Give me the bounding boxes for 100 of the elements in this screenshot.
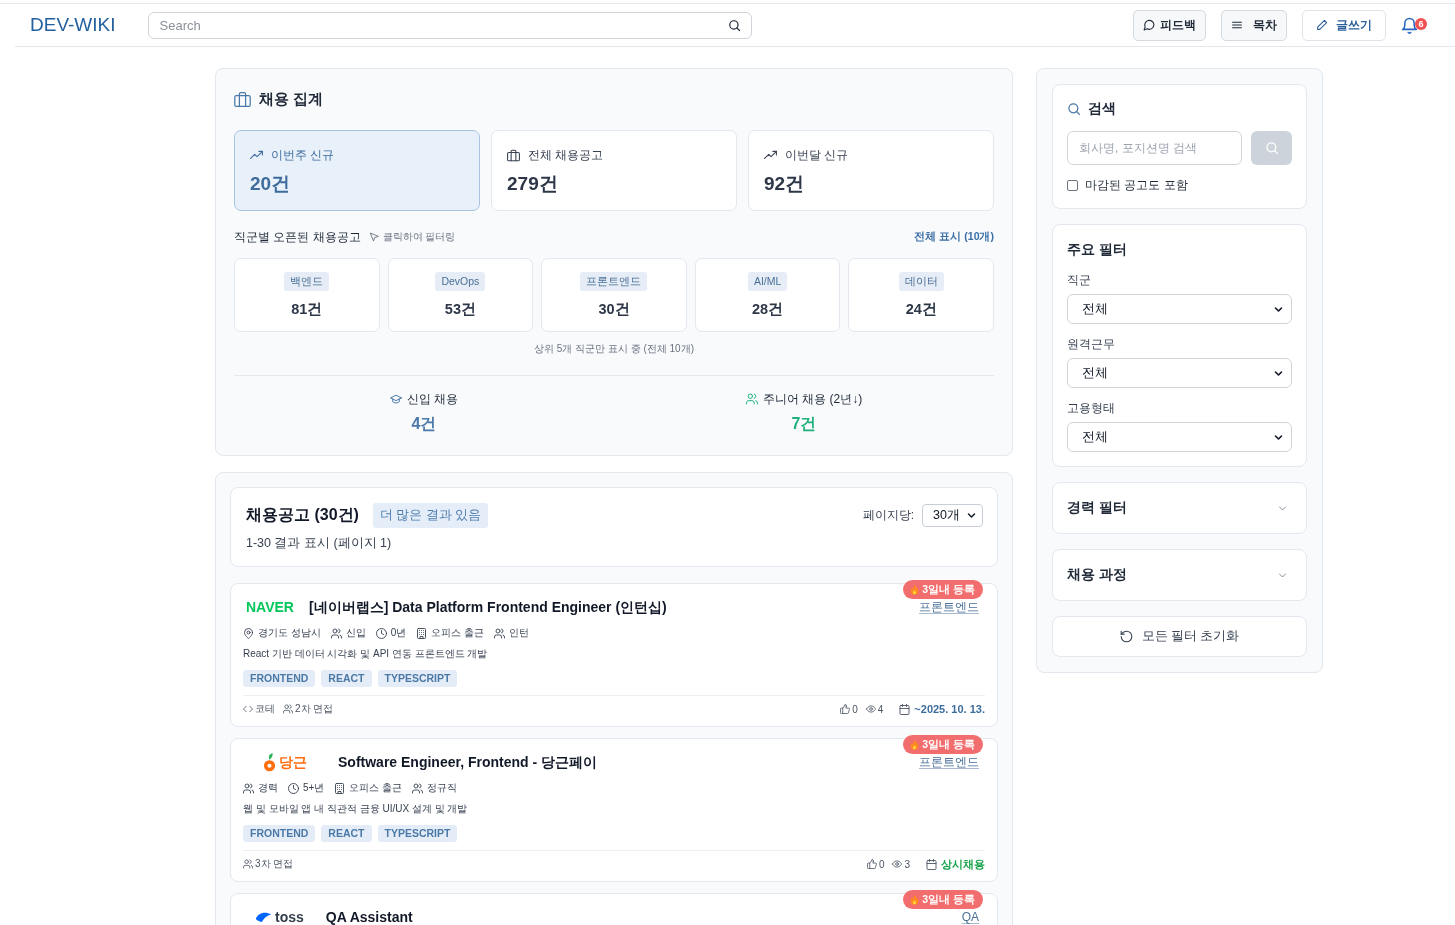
- hiring-step: 3차 면접: [255, 857, 294, 871]
- calendar-icon: [926, 858, 937, 870]
- stat-card[interactable]: 전체 채용공고 279건: [491, 130, 737, 211]
- fire-icon: [910, 739, 920, 750]
- hiring-step: 코테: [255, 702, 275, 716]
- job-description: React 기반 데이터 시각화 및 API 연동 프론트엔드 개발: [243, 647, 488, 661]
- highlight-value: 7건: [791, 414, 817, 434]
- write-button[interactable]: 글쓰기: [1302, 9, 1386, 41]
- site-logo[interactable]: DEV-WIKI: [30, 14, 116, 36]
- search-icon: [1067, 102, 1081, 116]
- checkbox[interactable]: [1067, 179, 1078, 191]
- category-count: 53건: [444, 300, 476, 319]
- calendar-icon: [899, 703, 911, 715]
- filter-select[interactable]: 전체: [1067, 422, 1292, 452]
- code-icon: [243, 704, 253, 714]
- company-name: toss: [275, 909, 304, 925]
- job-meta-text: 경기도 성남시: [258, 626, 321, 640]
- search-field[interactable]: Search: [147, 11, 752, 39]
- filter-section[interactable]: 채용 과정: [1052, 549, 1307, 601]
- job-title[interactable]: [네이버랩스] Data Platform Frontend Engineer (인턴십): [308, 599, 667, 615]
- users-icon: [494, 627, 506, 639]
- stat-card[interactable]: 이번주 신규 20건: [234, 130, 480, 211]
- users-icon: [243, 859, 253, 869]
- per-page-select[interactable]: 30개: [922, 504, 983, 527]
- building-icon: [334, 782, 346, 794]
- eye-icon: [865, 704, 876, 714]
- stat-value: 92건: [764, 172, 805, 196]
- reset-icon: [1119, 630, 1133, 643]
- category-note: 상위 5개 직군만 표시 중 (전체 10개): [534, 342, 694, 356]
- category-count: 81건: [291, 300, 323, 319]
- skill-tag: FRONTEND: [243, 825, 316, 842]
- job-card[interactable]: 3일내 등록 NAVER [네이버랩스] Data Platform Frontend Engineer (인턴십) 프론트엔드 경기도 성남시 신입 0년 오피스 출근 인턴 React 기반 데이터 시각화 및 API 연동 프론트엔드 개발 FRONTEND REACT TYPESCRIPT 코테 2차 면접 0 4 ~2025. 10. 13.: [230, 583, 998, 727]
- trend-up-icon: [250, 148, 263, 162]
- job-meta-text: 오피스 출근: [431, 626, 485, 640]
- graduation-cap-icon: [389, 393, 402, 405]
- category-card[interactable]: DevOps 53건: [387, 258, 534, 332]
- filter-label: 고용형태: [1067, 400, 1115, 416]
- highlight-label: 신입 채용: [406, 390, 459, 408]
- like-count: 0: [878, 858, 885, 870]
- skill-tag: REACT: [321, 670, 372, 687]
- section-title: 경력 필터: [1067, 499, 1127, 517]
- notification-count: 6: [1415, 18, 1427, 30]
- job-meta-text: 0년: [390, 626, 407, 640]
- category-tag: DevOps: [435, 272, 486, 291]
- card-title: 주요 필터: [1067, 241, 1127, 259]
- stat-label: 전체 채용공고: [528, 146, 604, 164]
- thumbs-up-icon: [866, 859, 877, 869]
- category-heading: 직군별 오픈된 채용공고: [234, 228, 361, 246]
- briefcase-icon: [507, 148, 520, 162]
- category-tag: AI/ML: [747, 272, 788, 291]
- highlight-value: 4건: [411, 414, 437, 434]
- feedback-button[interactable]: 피드백: [1133, 9, 1206, 41]
- category-card[interactable]: 프론트엔드 30건: [541, 258, 687, 332]
- category-card[interactable]: 백엔드 81건: [234, 258, 380, 332]
- category-count: 24건: [905, 300, 937, 319]
- keyword-field[interactable]: 회사명, 포지션명 검색: [1067, 131, 1242, 165]
- category-link[interactable]: QA: [961, 910, 979, 924]
- category-link[interactable]: 프론트엔드: [919, 600, 979, 614]
- filter-label: 직군: [1067, 272, 1091, 288]
- building-icon: [416, 627, 428, 639]
- filter-select[interactable]: 전체: [1067, 294, 1292, 324]
- section-title: 채용 집계: [259, 89, 324, 109]
- reset-filters-button[interactable]: 모든 필터 초기화: [1052, 616, 1307, 657]
- results-title: 채용공고 (30건): [246, 505, 359, 525]
- chevron-down-icon: [966, 510, 977, 521]
- job-card[interactable]: 3일내 등록 당근 Software Engineer, Frontend - 당근페이 프론트엔드 경력 5+년 오피스 출근 정규직 웹 및 모바일 앱 내 직관적 금융 UI/UX 설계 및 개발 FRONTEND REACT TYPESCRIPT 3차 면접 0 3 상시채용: [230, 738, 998, 882]
- fruit-icon: [263, 752, 276, 772]
- recent-text: 3일내 등록: [922, 892, 975, 907]
- filter-section[interactable]: 경력 필터: [1052, 482, 1307, 534]
- results-summary: 1-30 결과 표시 (페이지 1): [246, 535, 392, 551]
- category-link[interactable]: 프론트엔드: [919, 755, 979, 769]
- company-name: 당근: [279, 754, 307, 770]
- more-results-label: 더 많은 결과 있음: [372, 503, 489, 528]
- per-page-label: 페이지당:: [862, 507, 914, 524]
- job-card[interactable]: 3일내 등록 toss QA Assistant QA: [230, 893, 998, 925]
- company-name: NAVER: [246, 599, 294, 615]
- cursor-icon: [368, 232, 379, 242]
- show-all-link[interactable]: 전체 표시 (10개): [914, 230, 994, 244]
- users-icon: [283, 704, 293, 714]
- pencil-icon: [1316, 19, 1328, 31]
- stat-card[interactable]: 이번달 신규 92건: [748, 130, 994, 211]
- thumbs-up-icon: [840, 704, 851, 714]
- job-meta-text: 인턴: [509, 626, 530, 640]
- category-tag: 백엔드: [284, 272, 330, 291]
- swoosh-icon: [255, 911, 272, 923]
- category-tag: 데이터: [898, 272, 944, 291]
- fire-icon: [910, 894, 920, 905]
- search-icon: [1264, 141, 1279, 155]
- recent-text: 3일내 등록: [922, 582, 975, 597]
- highlight-label: 주니어 채용 (2년↓): [762, 390, 863, 408]
- eye-icon: [892, 859, 903, 869]
- category-card[interactable]: 데이터 24건: [848, 258, 994, 332]
- stat-value: 20건: [250, 172, 291, 196]
- view-count: 3: [904, 858, 910, 870]
- category-card[interactable]: AI/ML 28건: [694, 258, 841, 332]
- job-title[interactable]: QA Assistant: [325, 909, 413, 925]
- location-pin-icon: [243, 627, 254, 639]
- contents-button[interactable]: 목차: [1221, 9, 1287, 41]
- job-title[interactable]: Software Engineer, Frontend - 당근페이: [338, 754, 598, 770]
- filter-select[interactable]: 전체: [1067, 358, 1292, 388]
